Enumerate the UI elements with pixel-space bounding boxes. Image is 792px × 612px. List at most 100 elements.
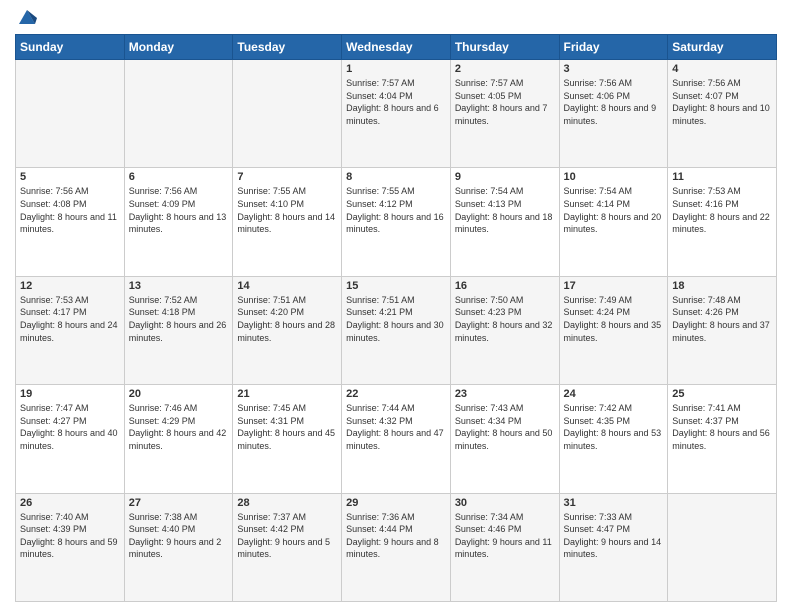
calendar-cell: 14 Sunrise: 7:51 AM Sunset: 4:20 PM Dayli… (233, 276, 342, 384)
calendar-cell: 24Sunrise: 7:42 AM Sunset: 4:35 PM Dayli… (559, 385, 668, 493)
calendar-cell: 19Sunrise: 7:47 AM Sunset: 4:27 PM Dayli… (16, 385, 125, 493)
day-info: Sunrise: 7:55 AM Sunset: 4:12 PM Dayligh… (346, 185, 446, 235)
calendar-cell: 6 Sunrise: 7:56 AM Sunset: 4:09 PM Daylig… (124, 168, 233, 276)
day-info: Sunrise: 7:36 AM Sunset: 4:44 PM Dayligh… (346, 511, 446, 561)
calendar-week-3: 12 Sunrise: 7:53 AM Sunset: 4:17 PM Dayli… (16, 276, 777, 384)
day-number: 12 (20, 280, 120, 292)
calendar-page: Sunday Monday Tuesday Wednesday Thursday… (0, 0, 792, 612)
day-info: Sunrise: 7:53 AM Sunset: 4:17 PM Dayligh… (20, 294, 120, 344)
day-info: Sunrise: 7:56 AM Sunset: 4:08 PM Dayligh… (20, 185, 120, 235)
calendar-cell: 22Sunrise: 7:44 AM Sunset: 4:32 PM Dayli… (342, 385, 451, 493)
calendar-week-5: 26 Sunrise: 7:40 AM Sunset: 4:39 PM Dayli… (16, 493, 777, 601)
calendar-cell: 1 Sunrise: 7:57 AM Sunset: 4:04 PM Daylig… (342, 60, 451, 168)
header-wednesday: Wednesday (342, 35, 451, 60)
calendar-cell (233, 60, 342, 168)
header-sunday: Sunday (16, 35, 125, 60)
day-number: 18 (672, 280, 772, 292)
calendar-cell: 17 Sunrise: 7:49 AM Sunset: 4:24 PM Dayli… (559, 276, 668, 384)
logo (15, 10, 37, 26)
day-info: Sunrise: 7:56 AM Sunset: 4:06 PM Dayligh… (564, 77, 664, 127)
day-info: Sunrise: 7:56 AM Sunset: 4:07 PM Dayligh… (672, 77, 772, 127)
day-number: 9 (455, 171, 555, 183)
day-info: Sunrise: 7:34 AM Sunset: 4:46 PM Dayligh… (455, 511, 555, 561)
calendar-cell: 18 Sunrise: 7:48 AM Sunset: 4:26 PM Dayli… (668, 276, 777, 384)
calendar-cell: 4 Sunrise: 7:56 AM Sunset: 4:07 PM Daylig… (668, 60, 777, 168)
day-info: Sunrise: 7:33 AM Sunset: 4:47 PM Dayligh… (564, 511, 664, 561)
header-monday: Monday (124, 35, 233, 60)
calendar-cell: 7Sunrise: 7:55 AM Sunset: 4:10 PM Daylig… (233, 168, 342, 276)
day-number: 23 (455, 388, 555, 400)
day-info: Sunrise: 7:48 AM Sunset: 4:26 PM Dayligh… (672, 294, 772, 344)
calendar-cell: 10 Sunrise: 7:54 AM Sunset: 4:14 PM Dayli… (559, 168, 668, 276)
calendar-table: Sunday Monday Tuesday Wednesday Thursday… (15, 34, 777, 602)
calendar-cell: 3Sunrise: 7:56 AM Sunset: 4:06 PM Daylig… (559, 60, 668, 168)
day-number: 16 (455, 280, 555, 292)
day-number: 29 (346, 497, 446, 509)
day-number: 21 (237, 388, 337, 400)
day-info: Sunrise: 7:51 AM Sunset: 4:21 PM Dayligh… (346, 294, 446, 344)
day-info: Sunrise: 7:42 AM Sunset: 4:35 PM Dayligh… (564, 402, 664, 452)
calendar-cell: 12 Sunrise: 7:53 AM Sunset: 4:17 PM Dayli… (16, 276, 125, 384)
calendar-week-2: 5 Sunrise: 7:56 AM Sunset: 4:08 PM Daylig… (16, 168, 777, 276)
day-number: 1 (346, 63, 446, 75)
day-number: 4 (672, 63, 772, 75)
day-info: Sunrise: 7:49 AM Sunset: 4:24 PM Dayligh… (564, 294, 664, 344)
calendar-cell: 28 Sunrise: 7:37 AM Sunset: 4:42 PM Dayli… (233, 493, 342, 601)
logo-icon (17, 6, 37, 26)
day-info: Sunrise: 7:52 AM Sunset: 4:18 PM Dayligh… (129, 294, 229, 344)
calendar-cell: 2 Sunrise: 7:57 AM Sunset: 4:05 PM Daylig… (450, 60, 559, 168)
day-number: 14 (237, 280, 337, 292)
calendar-cell: 20Sunrise: 7:46 AM Sunset: 4:29 PM Dayli… (124, 385, 233, 493)
day-number: 2 (455, 63, 555, 75)
day-info: Sunrise: 7:54 AM Sunset: 4:14 PM Dayligh… (564, 185, 664, 235)
day-number: 11 (672, 171, 772, 183)
day-number: 7 (237, 171, 337, 183)
calendar-cell: 30 Sunrise: 7:34 AM Sunset: 4:46 PM Dayli… (450, 493, 559, 601)
day-info: Sunrise: 7:51 AM Sunset: 4:20 PM Dayligh… (237, 294, 337, 344)
day-number: 5 (20, 171, 120, 183)
day-number: 22 (346, 388, 446, 400)
calendar-cell: 31 Sunrise: 7:33 AM Sunset: 4:47 PM Dayli… (559, 493, 668, 601)
calendar-cell: 5 Sunrise: 7:56 AM Sunset: 4:08 PM Daylig… (16, 168, 125, 276)
day-number: 20 (129, 388, 229, 400)
day-number: 15 (346, 280, 446, 292)
day-info: Sunrise: 7:57 AM Sunset: 4:05 PM Dayligh… (455, 77, 555, 127)
calendar-cell: 9 Sunrise: 7:54 AM Sunset: 4:13 PM Daylig… (450, 168, 559, 276)
calendar-cell (668, 493, 777, 601)
header-thursday: Thursday (450, 35, 559, 60)
calendar-cell: 23 Sunrise: 7:43 AM Sunset: 4:34 PM Dayli… (450, 385, 559, 493)
day-number: 17 (564, 280, 664, 292)
day-info: Sunrise: 7:45 AM Sunset: 4:31 PM Dayligh… (237, 402, 337, 452)
day-info: Sunrise: 7:56 AM Sunset: 4:09 PM Dayligh… (129, 185, 229, 235)
day-number: 19 (20, 388, 120, 400)
day-number: 31 (564, 497, 664, 509)
day-number: 30 (455, 497, 555, 509)
day-number: 27 (129, 497, 229, 509)
calendar-cell: 26 Sunrise: 7:40 AM Sunset: 4:39 PM Dayli… (16, 493, 125, 601)
day-info: Sunrise: 7:41 AM Sunset: 4:37 PM Dayligh… (672, 402, 772, 452)
day-number: 28 (237, 497, 337, 509)
day-number: 6 (129, 171, 229, 183)
calendar-cell: 29 Sunrise: 7:36 AM Sunset: 4:44 PM Dayli… (342, 493, 451, 601)
day-info: Sunrise: 7:40 AM Sunset: 4:39 PM Dayligh… (20, 511, 120, 561)
weekday-header-row: Sunday Monday Tuesday Wednesday Thursday… (16, 35, 777, 60)
calendar-cell (16, 60, 125, 168)
day-info: Sunrise: 7:50 AM Sunset: 4:23 PM Dayligh… (455, 294, 555, 344)
day-info: Sunrise: 7:54 AM Sunset: 4:13 PM Dayligh… (455, 185, 555, 235)
calendar-cell: 13Sunrise: 7:52 AM Sunset: 4:18 PM Dayli… (124, 276, 233, 384)
day-number: 26 (20, 497, 120, 509)
day-number: 25 (672, 388, 772, 400)
day-info: Sunrise: 7:53 AM Sunset: 4:16 PM Dayligh… (672, 185, 772, 235)
day-number: 8 (346, 171, 446, 183)
day-info: Sunrise: 7:43 AM Sunset: 4:34 PM Dayligh… (455, 402, 555, 452)
header-tuesday: Tuesday (233, 35, 342, 60)
calendar-cell (124, 60, 233, 168)
day-info: Sunrise: 7:57 AM Sunset: 4:04 PM Dayligh… (346, 77, 446, 127)
calendar-week-4: 19Sunrise: 7:47 AM Sunset: 4:27 PM Dayli… (16, 385, 777, 493)
day-info: Sunrise: 7:38 AM Sunset: 4:40 PM Dayligh… (129, 511, 229, 561)
calendar-cell: 16 Sunrise: 7:50 AM Sunset: 4:23 PM Dayli… (450, 276, 559, 384)
day-number: 10 (564, 171, 664, 183)
day-info: Sunrise: 7:37 AM Sunset: 4:42 PM Dayligh… (237, 511, 337, 561)
calendar-cell: 21 Sunrise: 7:45 AM Sunset: 4:31 PM Dayli… (233, 385, 342, 493)
header (15, 10, 777, 26)
